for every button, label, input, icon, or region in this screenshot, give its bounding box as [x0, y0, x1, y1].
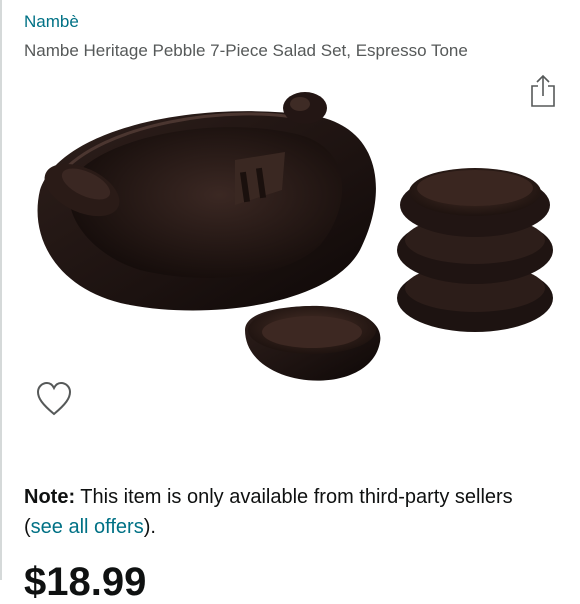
note-text-end: ).	[143, 516, 156, 538]
availability-note: Note: This item is only available from t…	[24, 482, 554, 542]
left-border	[0, 0, 2, 580]
wishlist-button[interactable]	[34, 380, 74, 418]
brand-link[interactable]: Nambè	[24, 12, 79, 32]
see-all-offers-link[interactable]: see all offers	[31, 516, 144, 538]
heart-outline-icon	[36, 381, 72, 416]
note-label: Note:	[24, 486, 76, 508]
price: $18.99	[24, 560, 147, 604]
product-title: Nambe Heritage Pebble 7-Piece Salad Set,…	[24, 41, 468, 60]
product-image[interactable]	[20, 80, 560, 420]
